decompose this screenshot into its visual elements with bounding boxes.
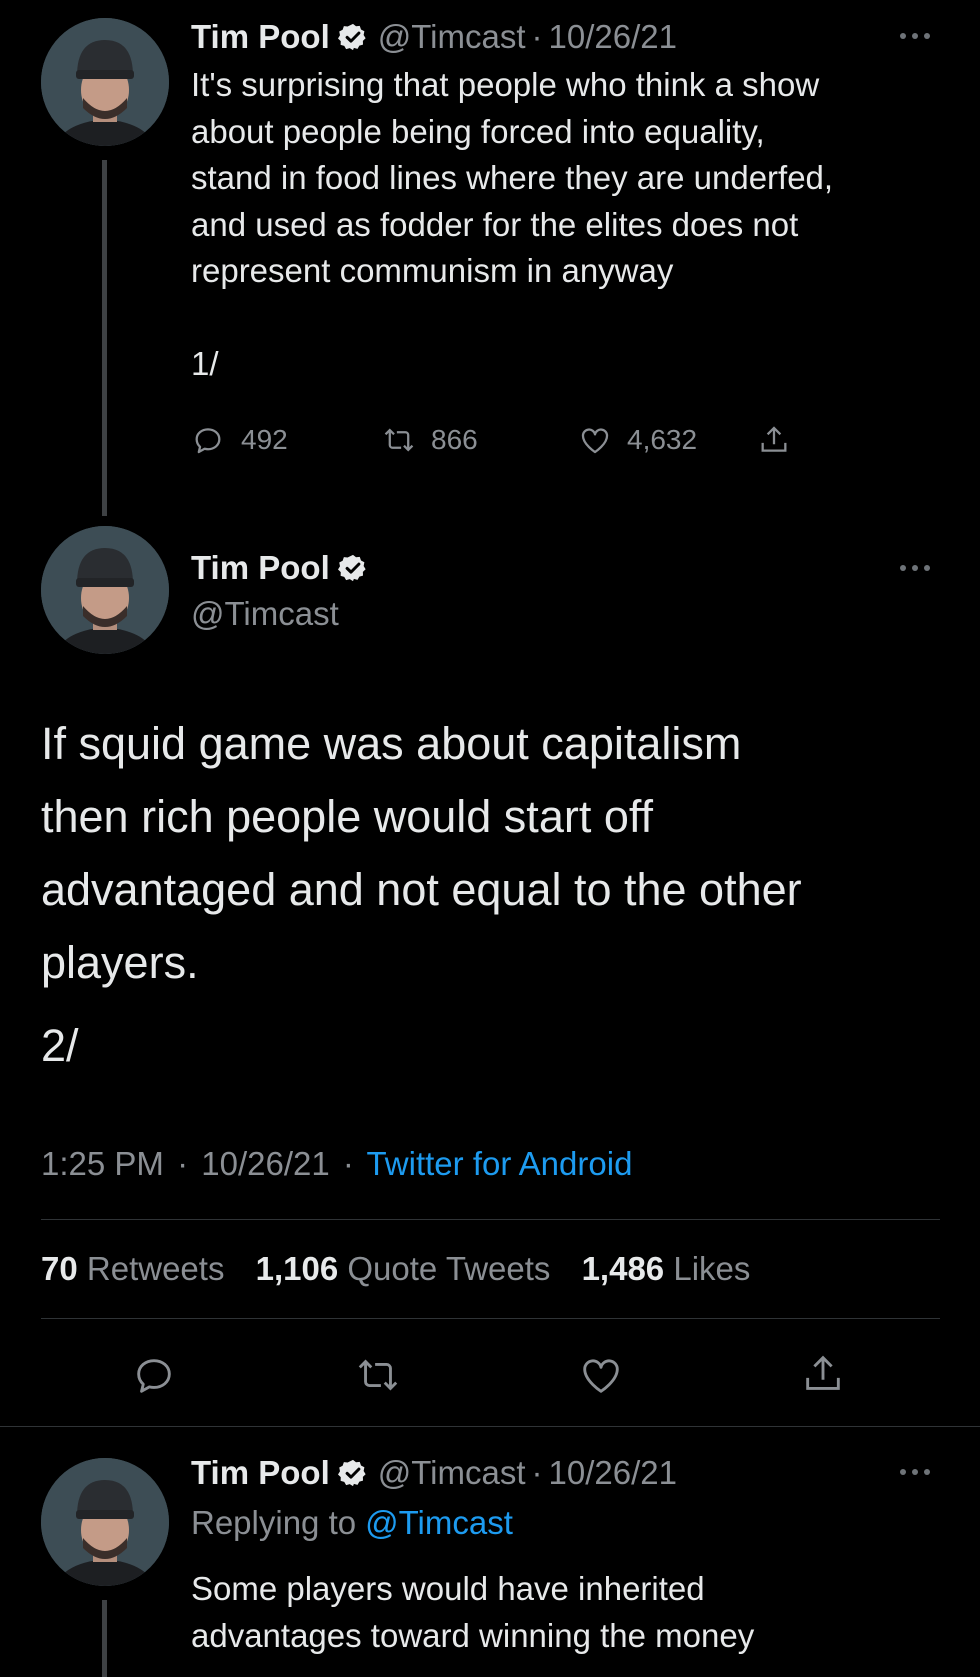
tweet-body: If squid game was about capitalism then … (41, 707, 941, 1082)
divider (41, 1318, 940, 1319)
reply-button[interactable]: 492 (191, 423, 381, 457)
tweet-body: Some players would have inherited advant… (191, 1566, 931, 1659)
tweet-line: If squid game was about capitalism (41, 718, 742, 769)
author-name[interactable]: Tim Pool (191, 1453, 330, 1493)
avatar-image (41, 1458, 169, 1586)
more-icon[interactable] (895, 558, 935, 578)
replying-to: Replying to @Timcast (191, 1503, 513, 1543)
retweets-stat[interactable]: 70 Retweets (41, 1250, 256, 1287)
quotes-stat[interactable]: 1,106 Quote Tweets (256, 1250, 582, 1287)
avatar[interactable] (41, 18, 169, 146)
tweet-stats: 70 Retweets 1,106 Quote Tweets 1,486 Lik… (41, 1249, 772, 1289)
tweet-meta: 1:25 PM · 10/26/21 · Twitter for Android (41, 1144, 632, 1184)
tweet-line: about people being forced into equality, (191, 112, 765, 150)
author-handle[interactable]: @Timcast (378, 17, 526, 57)
more-icon[interactable] (895, 1462, 935, 1482)
tweet-body: It's surprising that people who think a … (191, 62, 931, 387)
tweet-line: represent communism in anyway (191, 252, 674, 289)
author-handle[interactable]: @Timcast (378, 1453, 526, 1493)
likes-count: 1,486 (581, 1250, 665, 1287)
author-handle[interactable]: @Timcast (191, 594, 339, 634)
tweet-line: stand in food lines where they are under… (191, 159, 834, 196)
divider (41, 1219, 940, 1220)
more-icon[interactable] (895, 26, 935, 46)
share-icon (761, 426, 787, 452)
tweet-line: then rich people would start off (41, 791, 654, 842)
avatar-image (41, 526, 169, 654)
like-icon[interactable] (577, 1352, 625, 1398)
reply-count: 492 (241, 424, 288, 455)
thread-marker: 1/ (191, 344, 219, 382)
avatar[interactable] (41, 1458, 169, 1586)
tweet-date: 10/26/21 (201, 1145, 330, 1182)
thread-marker: 2/ (41, 1020, 79, 1071)
tweet-line: advantaged and not equal to the other (41, 864, 802, 915)
quotes-label: Quote Tweets (347, 1250, 551, 1287)
like-count: 4,632 (627, 424, 698, 455)
likes-label: Likes (673, 1250, 751, 1287)
reply-icon[interactable] (131, 1352, 177, 1398)
divider (0, 1426, 980, 1427)
retweet-icon[interactable] (354, 1352, 402, 1398)
verified-icon (337, 554, 366, 582)
retweets-label: Retweets (86, 1250, 225, 1287)
tweet-line: Some players would have inherited (191, 1570, 705, 1607)
tweet-line: It's surprising that people who think a … (191, 66, 820, 103)
tweet-time: 1:25 PM (41, 1145, 164, 1182)
reply-icon (195, 428, 221, 454)
verified-icon (337, 23, 366, 51)
tweet-line: players. (41, 937, 199, 988)
tweet-date[interactable]: 10/26/21 (549, 1453, 677, 1493)
quotes-count: 1,106 (255, 1250, 339, 1287)
tweet-source[interactable]: Twitter for Android (366, 1145, 632, 1182)
like-icon (581, 428, 609, 454)
separator: · (342, 1145, 354, 1182)
tweet-header: Tim Pool (191, 548, 378, 588)
retweet-icon (384, 428, 414, 452)
retweets-count: 70 (41, 1250, 78, 1287)
tweet-line: and used as fodder for the elites does n… (191, 205, 799, 243)
thread-connector (102, 160, 107, 516)
avatar[interactable] (41, 526, 169, 654)
separator: · (531, 18, 543, 55)
retweet-count: 866 (431, 424, 478, 455)
share-button[interactable] (757, 422, 791, 458)
replying-label: Replying to (191, 1504, 357, 1541)
author-name[interactable]: Tim Pool (191, 548, 330, 588)
thread-connector (102, 1600, 107, 1677)
handle-line: @Timcast (191, 594, 339, 634)
author-name[interactable]: Tim Pool (191, 17, 330, 57)
share-icon[interactable] (800, 1350, 846, 1398)
avatar-image (41, 18, 169, 146)
separator: · (177, 1145, 189, 1182)
retweet-button[interactable]: 866 (381, 423, 577, 457)
likes-stat[interactable]: 1,486 Likes (582, 1250, 773, 1287)
like-button[interactable]: 4,632 (577, 423, 757, 457)
verified-icon (337, 1459, 366, 1487)
separator: · (531, 1454, 543, 1491)
tweet-line: advantages toward winning the money (191, 1616, 755, 1654)
replying-handle[interactable]: @Timcast (365, 1503, 513, 1543)
tweet-date[interactable]: 10/26/21 (549, 17, 677, 57)
tweet-actions: 492 866 4,632 (191, 418, 791, 462)
tweet-header: Tim Pool @Timcast · 10/26/21 (191, 1453, 677, 1493)
tweet-header: Tim Pool @Timcast · 10/26/21 (191, 17, 677, 57)
